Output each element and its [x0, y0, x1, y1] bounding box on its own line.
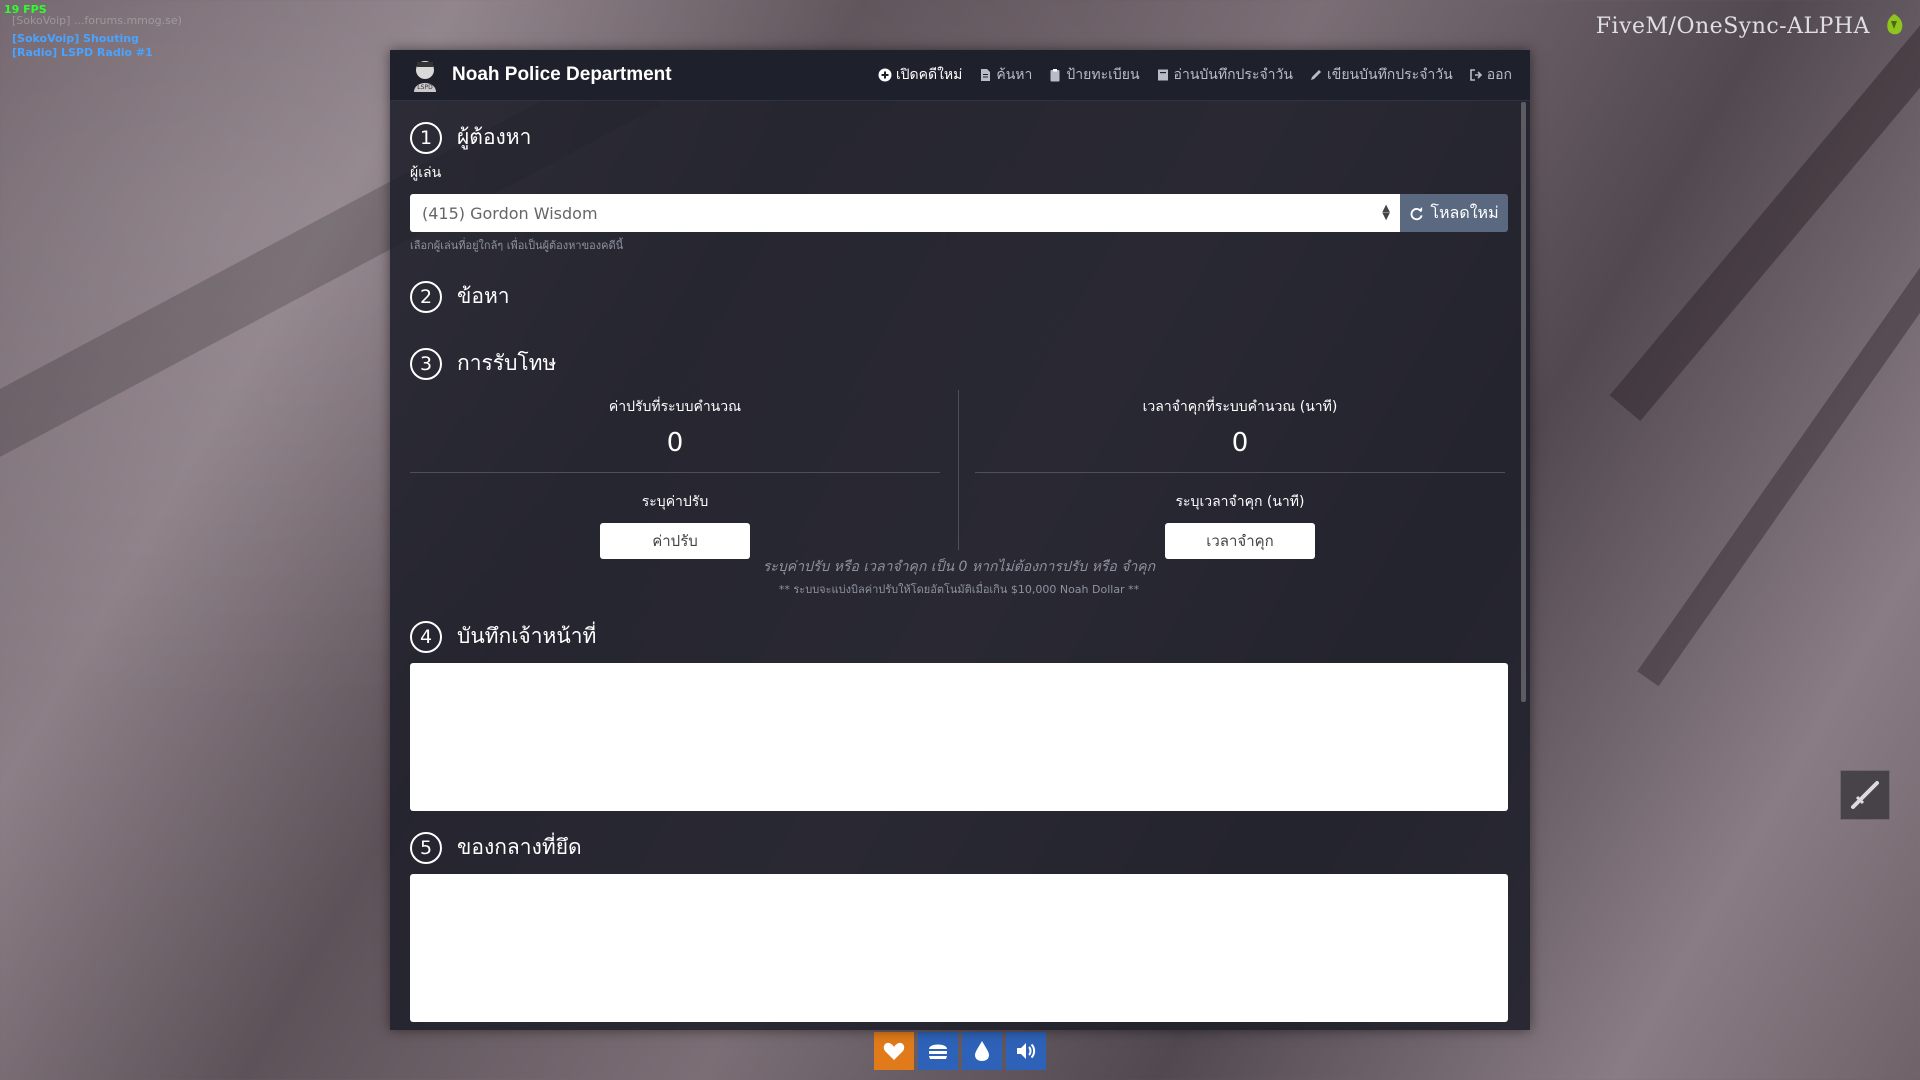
baton-icon: [1851, 781, 1879, 809]
nav-new-case[interactable]: เปิดคดีใหม่: [878, 64, 962, 86]
seized-items-textarea[interactable]: [410, 874, 1508, 1022]
penalty-billing-note: ** ระบบจะแบ่งบิลค่าปรับให้โดยอัตโนมัติเม…: [778, 583, 1140, 596]
water-drop-icon: [975, 1041, 989, 1061]
divider: [975, 472, 1505, 473]
scrollbar[interactable]: [1521, 102, 1526, 702]
section-title: ของกลางที่ยึด: [457, 835, 582, 859]
penalty-note: ระบุค่าปรับ หรือ เวลาจำคุก เป็น 0 หากไม่…: [762, 559, 1156, 575]
hunger-status: [918, 1032, 958, 1070]
fivem-logo-icon: [1887, 14, 1903, 35]
step-number: 4: [410, 620, 442, 653]
file-icon: [981, 69, 991, 81]
select-caret-icon: ▲ ▼: [1382, 203, 1390, 222]
fine-calc-label: ค่าปรับที่ระบบคำนวณ: [608, 399, 742, 415]
step-number: 5: [410, 831, 442, 864]
nav-search[interactable]: ค้นหา: [978, 64, 1032, 86]
fine-input-label: ระบุค่าปรับ: [641, 494, 709, 510]
heart-icon: [883, 1042, 905, 1060]
player-select-row: (415) Gordon Wisdom ▲ ▼ โหลดใหม่: [410, 194, 1508, 232]
svg-text:LSPD: LSPD: [417, 84, 433, 91]
step-number: 3: [410, 347, 442, 380]
status-bar: [874, 1032, 1050, 1070]
book-icon: [1157, 69, 1168, 81]
fine-column: ค่าปรับที่ระบบคำนวณ 0 ระบุค่าปรับ ค่าปรั…: [410, 390, 940, 559]
burger-icon: [929, 1044, 947, 1059]
section-penalty: 3 การรับโทษ: [410, 347, 1508, 380]
volume-icon: [1017, 1043, 1036, 1059]
weapon-slot: [1840, 770, 1890, 820]
section-title: ผู้ต้องหา: [457, 125, 532, 149]
section-officer-notes: 4 บันทึกเจ้าหน้าที่: [410, 620, 1508, 653]
nav-read-log[interactable]: อ่านบันทึกประจำวัน: [1156, 64, 1293, 86]
player-help-text: เลือกผู้เล่นที่อยู่ใกล้ๆ เพื่อเป็นผู้ต้อ…: [410, 239, 624, 252]
officer-notes-textarea[interactable]: [410, 663, 1508, 811]
section-title: ข้อหา: [457, 284, 510, 308]
radio-channel: [Radio] LSPD Radio #1: [12, 46, 153, 59]
player-label: ผู้เล่น: [410, 165, 442, 181]
pencil-icon: [1310, 70, 1321, 80]
section-charges: 2 ข้อหา: [410, 280, 1508, 313]
step-number: 2: [410, 280, 442, 313]
section-seized-items: 5 ของกลางที่ยึด: [410, 831, 1508, 864]
nav-write-log[interactable]: เขียนบันทึกประจำวัน: [1309, 64, 1453, 86]
voip-mode: [SokoVoip] Shouting: [12, 32, 139, 45]
clipboard-icon: [1050, 69, 1060, 82]
fine-input[interactable]: ค่าปรับ: [600, 523, 750, 559]
health-status: [874, 1032, 914, 1070]
jail-calc-label: เวลาจำคุกที่ระบบคำนวณ (นาที): [1142, 399, 1338, 415]
jail-calc-value: 0: [1231, 428, 1249, 458]
column-divider: [958, 390, 959, 550]
voip-info: [SokoVoip] ...forums.mmog.se): [12, 14, 182, 27]
step-number: 1: [410, 121, 442, 154]
nav-plates[interactable]: ป้ายทะเบียน: [1048, 64, 1140, 86]
nav-logout[interactable]: ออก: [1469, 64, 1512, 86]
section-title: บันทึกเจ้าหน้าที่: [457, 624, 597, 648]
refresh-icon: [1410, 206, 1423, 220]
navbar: LSPD Noah Police Department เปิดคดีใหม่ …: [390, 50, 1530, 101]
server-brand: FiveM/OneSync-ALPHA: [1595, 14, 1870, 39]
voice-status: [1006, 1032, 1046, 1070]
jail-input[interactable]: เวลาจำคุก: [1165, 523, 1315, 559]
section-title: การรับโทษ: [457, 351, 557, 375]
fine-calc-value: 0: [666, 428, 684, 458]
mdt-panel: LSPD Noah Police Department เปิดคดีใหม่ …: [390, 50, 1530, 1030]
form-content: 1 ผู้ต้องหา ผู้เล่น (415) Gordon Wisdom …: [390, 121, 1530, 1022]
penalty-block: ค่าปรับที่ระบบคำนวณ 0 ระบุค่าปรับ ค่าปรั…: [410, 390, 1508, 600]
sign-out-icon: [1469, 69, 1482, 81]
thirst-status: [962, 1032, 1002, 1070]
divider: [410, 472, 940, 473]
nav-menu: เปิดคดีใหม่ ค้นหา ป้ายทะเบียน อ่านบันทึก…: [878, 64, 1512, 86]
app-title: Noah Police Department: [452, 64, 672, 85]
jail-input-label: ระบุเวลาจำคุก (นาที): [1175, 494, 1305, 510]
section-suspect: 1 ผู้ต้องหา: [410, 121, 1508, 154]
police-logo-icon: LSPD: [414, 61, 436, 92]
jail-column: เวลาจำคุกที่ระบบคำนวณ (นาที) 0 ระบุเวลาจ…: [975, 390, 1505, 559]
plus-circle-icon: [878, 68, 892, 82]
player-select[interactable]: (415) Gordon Wisdom ▲ ▼: [410, 194, 1400, 232]
reload-button[interactable]: โหลดใหม่: [1400, 194, 1508, 232]
